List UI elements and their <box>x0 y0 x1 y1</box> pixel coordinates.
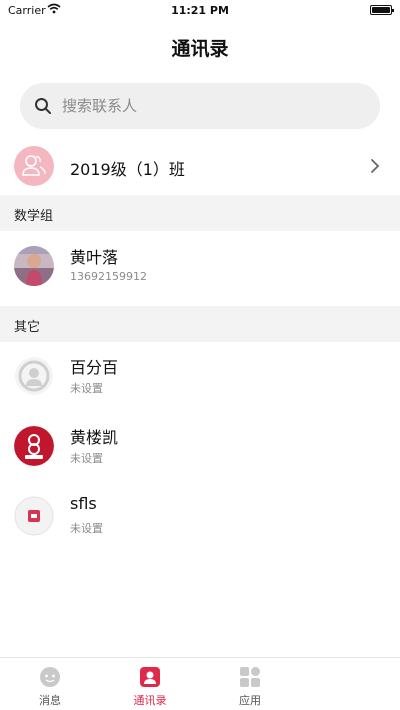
contact-phone: 13692159912 <box>70 270 147 283</box>
contact-name: 百分百 <box>70 358 119 377</box>
contact-avatar-logo <box>14 426 54 466</box>
chevron-right-icon <box>370 158 380 174</box>
section-title: 其它 <box>14 320 41 335</box>
chat-bubble-icon <box>39 666 61 688</box>
battery-icon <box>370 5 394 15</box>
contact-row[interactable]: 黄叶落 13692159912 <box>0 232 400 302</box>
page-title: 通讯录 <box>171 38 229 60</box>
tab-apps[interactable]: 应用 <box>210 658 290 710</box>
contact-status: 未设置 <box>70 452 103 465</box>
tab-label: 应用 <box>239 694 261 707</box>
contact-row[interactable]: 百分百 未设置 <box>0 342 400 412</box>
contact-name: 黄楼凯 <box>70 428 119 447</box>
search-icon <box>34 97 52 115</box>
tab-messages[interactable]: 消息 <box>10 658 90 710</box>
section-header-math: 数学组 <box>0 195 400 231</box>
class-group-label: 2019级（1）班 <box>70 160 185 179</box>
tab-contacts[interactable]: 通讯录 <box>110 658 190 710</box>
contact-name: 黄叶落 <box>70 248 119 267</box>
section-header-other: 其它 <box>0 306 400 342</box>
contact-avatar-app <box>14 496 54 536</box>
contact-avatar-placeholder <box>14 356 54 396</box>
section-title: 数学组 <box>14 209 54 224</box>
status-bar: Carrier 11:21 PM <box>0 0 400 22</box>
tab-bar: 消息 通讯录 应用 <box>0 657 400 710</box>
group-avatar <box>14 146 54 186</box>
contact-row[interactable]: sfls 未设置 <box>0 482 400 552</box>
contact-row[interactable]: 黄楼凯 未设置 <box>0 412 400 482</box>
apps-grid-icon <box>239 666 261 688</box>
search-input[interactable] <box>62 83 362 129</box>
clock: 11:21 PM <box>171 4 229 17</box>
contacts-icon <box>139 666 161 688</box>
tab-label: 消息 <box>39 694 61 707</box>
tab-label: 通讯录 <box>133 694 167 707</box>
contact-name: sfls <box>70 494 97 513</box>
search-bar[interactable] <box>20 83 380 129</box>
contact-status: 未设置 <box>70 382 103 395</box>
group-people-icon <box>22 155 46 176</box>
contact-avatar-photo <box>14 246 54 286</box>
class-group-row[interactable]: 2019级（1）班 <box>0 140 400 192</box>
contact-status: 未设置 <box>70 522 103 535</box>
